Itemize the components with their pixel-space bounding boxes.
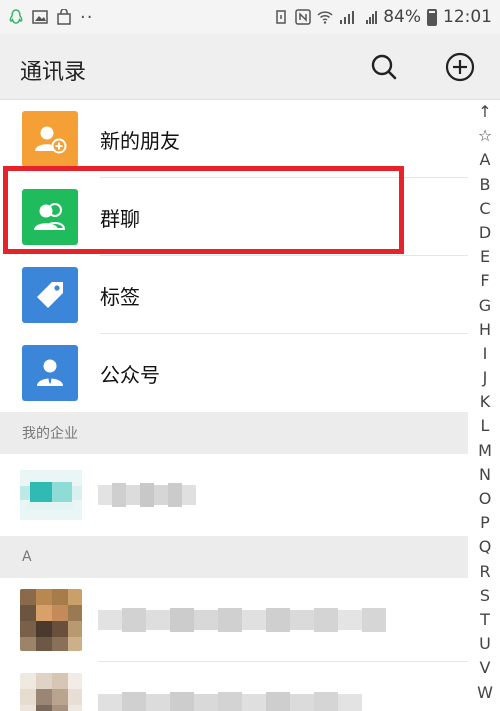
index-letter[interactable]: U — [479, 632, 491, 656]
tags-label: 标签 — [100, 284, 140, 309]
index-letter[interactable]: L — [481, 414, 490, 438]
index-letter[interactable]: A — [480, 148, 491, 172]
contacts-list: 新的朋友 群聊 标签 公众号 我的企业 A — [0, 100, 468, 711]
add-friend-icon — [22, 111, 78, 167]
signal-4g-icon — [366, 11, 378, 24]
shopping-bag-icon — [57, 9, 71, 25]
index-letter[interactable]: E — [480, 245, 490, 269]
index-letter[interactable]: O — [479, 487, 492, 511]
more-notifications: ·· — [80, 6, 94, 28]
official-account-icon — [22, 345, 78, 401]
status-left: ·· — [8, 7, 93, 28]
qq-notification-icon — [9, 9, 23, 24]
blurred-name — [98, 692, 362, 711]
index-letter[interactable]: B — [480, 173, 491, 197]
group-chat-item[interactable]: 群聊 — [0, 178, 468, 256]
index-letter[interactable]: I — [483, 342, 488, 366]
app-header: 通讯录 — [0, 34, 500, 100]
avatar — [20, 470, 82, 520]
index-letter[interactable]: Q — [479, 535, 492, 559]
index-letter[interactable]: P — [480, 511, 490, 535]
index-letter[interactable]: S — [480, 584, 490, 608]
gallery-icon — [32, 10, 48, 24]
tag-icon — [22, 267, 78, 323]
signal-icon — [340, 11, 355, 24]
official-accounts-item[interactable]: 公众号 — [0, 334, 468, 412]
tags-item[interactable]: 标签 — [0, 256, 468, 334]
index-letter[interactable]: N — [479, 463, 491, 487]
battery-percent: 84% — [383, 7, 421, 27]
clock: 12:01 — [443, 7, 492, 27]
status-bar: ·· 84% 12:01 — [0, 0, 500, 34]
status-right: 84% 12:01 — [273, 7, 492, 27]
index-letter[interactable]: K — [480, 390, 491, 414]
index-letter[interactable]: F — [480, 269, 489, 293]
index-letter[interactable]: W — [477, 681, 493, 705]
avatar — [20, 673, 82, 711]
index-letter[interactable]: V — [480, 656, 491, 680]
vibrate-icon — [276, 10, 286, 24]
index-letter[interactable]: C — [479, 197, 490, 221]
group-chat-label: 群聊 — [100, 206, 140, 231]
index-letter[interactable]: ☆ — [478, 124, 492, 148]
index-letter[interactable]: T — [480, 608, 490, 632]
alphabet-index[interactable]: ↑ ☆ A B C D E F G H I J K L M N O P Q R S T U V W — [470, 100, 500, 711]
index-letter[interactable]: ↑ — [478, 100, 491, 124]
contact-item[interactable] — [0, 662, 468, 711]
section-my-enterprise: 我的企业 — [0, 412, 468, 454]
wifi-icon — [317, 11, 333, 24]
index-letter[interactable]: J — [483, 366, 488, 390]
new-friends-item[interactable]: 新的朋友 — [0, 100, 468, 178]
blurred-name — [98, 483, 196, 507]
plus-circle-icon — [445, 52, 475, 82]
enterprise-item[interactable] — [0, 454, 468, 536]
add-button[interactable] — [444, 51, 476, 83]
index-letter[interactable]: R — [479, 560, 490, 584]
index-letter[interactable]: H — [479, 318, 491, 342]
blurred-name — [98, 608, 386, 632]
index-letter[interactable]: M — [478, 439, 492, 463]
page-title: 通讯录 — [20, 60, 87, 85]
group-chat-icon — [22, 189, 78, 245]
search-icon — [371, 54, 397, 80]
index-letter[interactable]: G — [479, 294, 491, 318]
battery-icon — [427, 8, 437, 26]
index-letter[interactable]: D — [479, 221, 491, 245]
official-accounts-label: 公众号 — [100, 362, 160, 387]
new-friends-label: 新的朋友 — [100, 128, 180, 153]
search-button[interactable] — [368, 51, 400, 83]
section-a: A — [0, 536, 468, 578]
nfc-icon — [295, 9, 311, 25]
contact-item[interactable] — [0, 578, 468, 662]
avatar — [20, 589, 82, 651]
